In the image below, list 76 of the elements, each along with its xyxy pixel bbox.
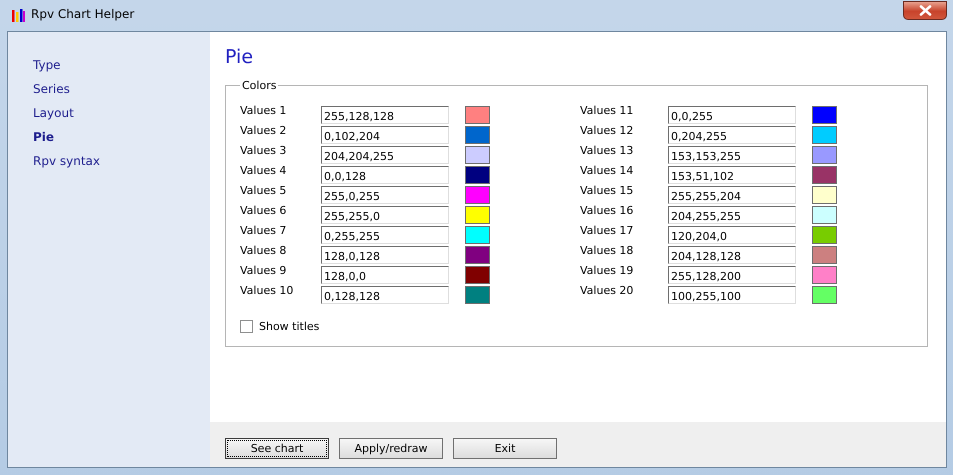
color-swatch[interactable] [812,226,837,244]
field-label: Values 11 [580,104,634,117]
input-field[interactable]: 255,255,0 [321,206,449,224]
checkbox[interactable] [240,320,253,333]
field-label: Values 19 [580,264,634,277]
close-icon [918,5,932,16]
input-field[interactable]: 153,51,102 [668,166,796,184]
field-label: Values 8 [240,244,288,257]
color-swatch[interactable] [812,166,837,184]
field-label: Values 10 [240,284,294,297]
field-label: Values 4 [240,164,288,177]
color-swatch[interactable] [465,246,490,264]
input-field[interactable]: 0,255,255 [321,226,449,244]
exit-button[interactable]: Exit [453,438,557,459]
field-label: Values 17 [580,224,634,237]
nav-link[interactable]: Type [33,53,210,77]
field-label: Values 3 [240,144,288,157]
field-label: Values 5 [240,184,288,197]
color-swatch[interactable] [812,246,837,264]
input-field[interactable]: 0,0,255 [668,106,796,124]
color-swatch[interactable] [465,106,490,124]
color-swatch[interactable] [465,286,490,304]
group-legend: Colors [240,79,278,92]
bar-chart-icon [11,8,25,22]
input-field[interactable]: 204,128,128 [668,246,796,264]
nav-link[interactable]: Layout [33,101,210,125]
input-field[interactable]: 128,0,128 [321,246,449,264]
color-swatch[interactable] [465,126,490,144]
color-swatch[interactable] [465,186,490,204]
nav-link[interactable]: Series [33,77,210,101]
window-title: Rpv Chart Helper [31,7,134,21]
color-swatch[interactable] [465,166,490,184]
field-label: Values 12 [580,124,634,137]
field-label: Values 9 [240,264,288,277]
page-heading: Pie [225,46,254,68]
input-field[interactable]: 204,255,255 [668,206,796,224]
input-field[interactable]: 153,153,255 [668,146,796,164]
input-field[interactable]: 0,204,255 [668,126,796,144]
field-label: Values 15 [580,184,634,197]
field-label: Values 7 [240,224,288,237]
color-swatch[interactable] [812,126,837,144]
color-swatch[interactable] [812,186,837,204]
color-swatch[interactable] [465,146,490,164]
checkbox-label: Show titles [259,320,320,333]
input-field[interactable]: 120,204,0 [668,226,796,244]
input-field[interactable]: 100,255,100 [668,286,796,304]
field-label: Values 14 [580,164,634,177]
input-field[interactable]: 0,102,204 [321,126,449,144]
input-field[interactable]: 255,255,204 [668,186,796,204]
color-swatch[interactable] [465,206,490,224]
color-swatch[interactable] [812,146,837,164]
apply-button[interactable]: Apply/redraw [339,438,443,459]
input-field[interactable]: 255,0,255 [321,186,449,204]
field-label: Values 16 [580,204,634,217]
field-label: Values 1 [240,104,288,117]
input-field[interactable]: 0,0,128 [321,166,449,184]
close-button[interactable] [903,1,947,20]
color-swatch[interactable] [812,206,837,224]
field-label: Values 20 [580,284,634,297]
field-label: Values 6 [240,204,288,217]
input-field[interactable]: 204,204,255 [321,146,449,164]
input-field[interactable]: 128,0,0 [321,266,449,284]
nav-link[interactable]: Rpv syntax [33,149,210,173]
color-swatch[interactable] [465,266,490,284]
color-swatch[interactable] [812,106,837,124]
field-label: Values 2 [240,124,288,137]
nav-link[interactable]: Pie [33,125,210,149]
input-field[interactable]: 255,128,128 [321,106,449,124]
input-field[interactable]: 0,128,128 [321,286,449,304]
color-swatch[interactable] [812,286,837,304]
input-field[interactable]: 255,128,200 [668,266,796,284]
field-label: Values 13 [580,144,634,157]
field-label: Values 18 [580,244,634,257]
color-swatch[interactable] [812,266,837,284]
see-chart-button[interactable]: See chart [225,438,329,459]
color-swatch[interactable] [465,226,490,244]
